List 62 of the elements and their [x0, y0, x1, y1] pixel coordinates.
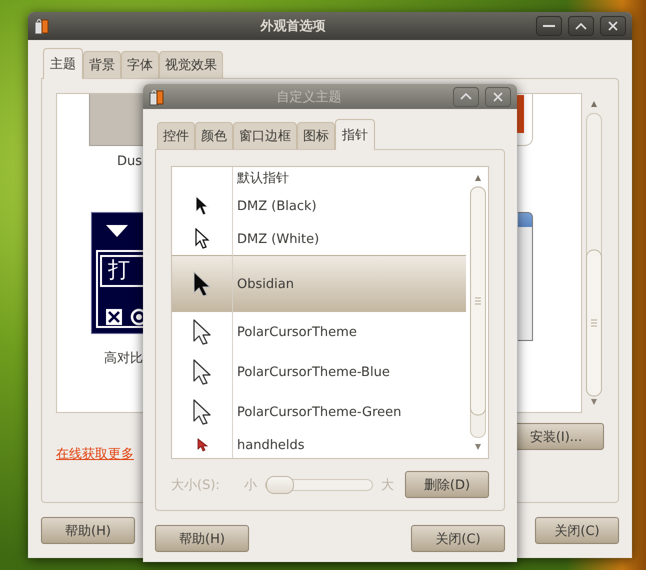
cursor-row[interactable]: 默认指针 [172, 167, 466, 189]
online-themes-link[interactable]: 在线获取更多 [56, 445, 134, 463]
cursor-theme-name: PolarCursorTheme-Green [236, 404, 402, 420]
cursor-theme-name: Obsidian [236, 276, 294, 292]
dialog-button[interactable]: 关闭(C) [535, 517, 619, 544]
app-icon [34, 17, 50, 35]
cursor-icon [192, 318, 212, 346]
minimize-icon [543, 25, 555, 27]
triangle-icon [106, 225, 128, 237]
large-label: 大 [380, 476, 394, 494]
app-icon [149, 88, 165, 106]
maximize-button[interactable] [453, 86, 479, 106]
tab[interactable]: 颜色 [195, 122, 233, 149]
cursor-row[interactable]: PolarCursorTheme-Blue [172, 352, 466, 392]
tab[interactable]: 控件 [157, 122, 195, 149]
checkbox-icon [106, 309, 122, 325]
cursor-row[interactable]: handhelds [172, 432, 466, 458]
cursor-theme-name: DMZ (White) [236, 232, 320, 246]
close-button[interactable] [600, 16, 626, 36]
theme-label: 高对比 [104, 350, 143, 367]
tab[interactable]: 图标 [297, 122, 335, 149]
theme-label: Dus [117, 154, 142, 169]
delete-button[interactable]: 删除(D) [405, 471, 489, 498]
minimize-button[interactable] [536, 16, 562, 36]
tab[interactable]: 背景 [83, 51, 121, 78]
cursor-icon [192, 270, 212, 298]
cursor-theme-name: handhelds [236, 438, 305, 452]
cursor-row[interactable]: Obsidian [172, 255, 466, 312]
small-label: 小 [244, 476, 257, 494]
tab[interactable]: 视觉效果 [159, 51, 223, 78]
dialog-button[interactable]: 帮助(H) [41, 517, 135, 544]
dialog-button[interactable]: 帮助(H) [155, 525, 249, 552]
cursor-row[interactable]: PolarCursorTheme [172, 312, 466, 352]
theme-preview[interactable]: 打 [91, 212, 145, 334]
close-icon [608, 21, 618, 31]
tab[interactable]: 主题 [43, 48, 83, 79]
cursor-theme-name: PolarCursorTheme [236, 324, 357, 340]
cursor-theme-name: PolarCursorTheme-Blue [236, 364, 390, 380]
cursor-icon [196, 438, 208, 452]
dialog-button[interactable]: 关闭(C) [411, 525, 505, 552]
cursor-icon [194, 228, 210, 250]
cursor-icon [192, 358, 212, 386]
cursor-icon [192, 398, 212, 426]
tab[interactable]: 字体 [121, 51, 159, 78]
close-icon [493, 92, 503, 102]
theme-preview[interactable] [518, 212, 533, 341]
cursor-row[interactable]: DMZ (White) [172, 223, 466, 255]
window-title: 自定义主题 [276, 88, 342, 106]
cursor-row[interactable]: DMZ (Black) [172, 189, 466, 223]
radio-icon [130, 308, 145, 326]
cursor-theme-name: 默认指针 [236, 170, 289, 187]
cursor-row[interactable]: PolarCursorTheme-Green [172, 392, 466, 432]
maximize-button[interactable] [568, 16, 594, 36]
cursor-theme-name: DMZ (Black) [236, 198, 317, 214]
cursor-icon [194, 195, 210, 217]
window-title: 外观首选项 [259, 18, 326, 35]
tab[interactable]: 窗口边框 [233, 122, 297, 149]
tab[interactable]: 指针 [335, 119, 375, 150]
caret-up-icon [575, 22, 587, 30]
caret-up-icon [460, 93, 472, 100]
size-label: 大小(S): [171, 476, 220, 494]
close-button[interactable] [485, 86, 511, 106]
